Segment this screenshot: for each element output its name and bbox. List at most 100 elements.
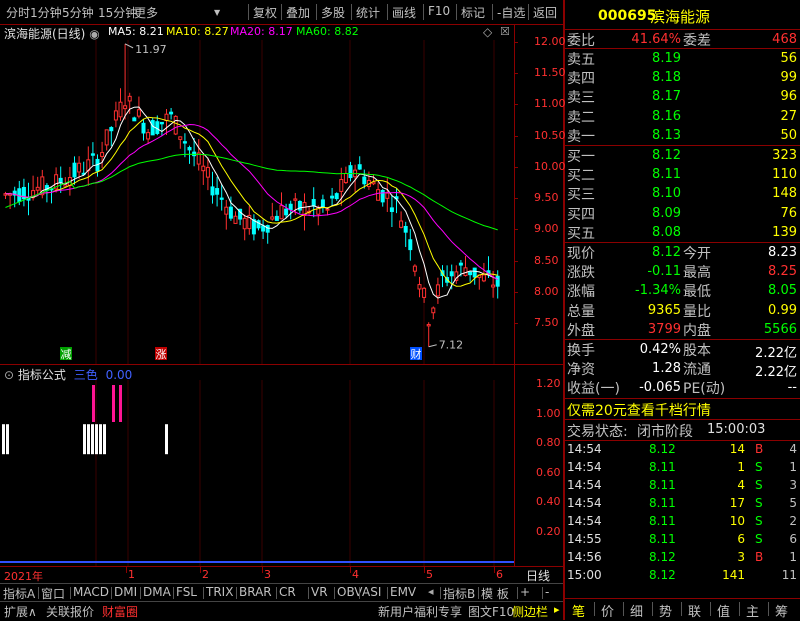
candle-body [426, 324, 431, 327]
diamond-icon[interactable]: ◇ [483, 25, 492, 39]
bid-price[interactable]: 8.09 [625, 206, 681, 221]
tab-separator [334, 587, 335, 599]
ask-price[interactable]: 8.13 [625, 128, 681, 143]
candle-body [228, 206, 233, 219]
stat-value: 8.12 [652, 245, 681, 260]
quote-tab-1[interactable]: 价 [601, 601, 614, 620]
indicator-tab-13[interactable]: 指标B [443, 585, 475, 602]
bid-price[interactable]: 8.10 [625, 186, 681, 201]
bid-price[interactable]: 8.12 [625, 148, 681, 163]
quote-tab-3[interactable]: 势 [659, 601, 672, 620]
toolbar-btn-0[interactable]: 复权 [253, 4, 277, 21]
sidebar-arrow-icon[interactable]: ▸ [554, 603, 560, 616]
quote-tab-6[interactable]: 主 [746, 601, 759, 620]
indicator-tab-9[interactable]: VR [311, 585, 328, 599]
candle-body [58, 177, 63, 184]
toolbar-tab-3[interactable]: 15分钟 [98, 4, 137, 21]
indicator-tab-16[interactable]: - [545, 585, 549, 599]
ask-label: 卖五 [567, 52, 595, 68]
ask-label: 卖一 [567, 128, 595, 145]
indicator-tab-8[interactable]: CR [279, 585, 296, 599]
indicator-tick: 0.40 [536, 495, 561, 509]
bottom-right-tab-0[interactable]: 新用户福利专享 [378, 603, 462, 620]
indicator-chart[interactable] [0, 380, 514, 566]
candle-body [330, 195, 335, 199]
stat-label: 涨跌 [567, 265, 595, 282]
tick-count: 4 [789, 442, 797, 456]
indicator-tab-4[interactable]: DMA [143, 585, 171, 599]
period-label[interactable]: 日线 [526, 567, 550, 584]
event-marker[interactable]: 财 [411, 347, 422, 361]
ask-price[interactable]: 8.18 [625, 70, 681, 85]
tick-side: S [755, 514, 763, 528]
bottom-left-tab-2[interactable]: 财富圈 [102, 603, 138, 620]
bottom-right-tab-2[interactable]: 侧边栏 [512, 603, 548, 620]
ask-label: 卖二 [567, 109, 595, 126]
ask-price[interactable]: 8.17 [625, 89, 681, 104]
indicator-tick: 1.20 [536, 377, 561, 390]
tab-separator [710, 602, 711, 616]
candle-body [205, 166, 210, 178]
tabs-left-arrow-icon[interactable]: ◂ [428, 585, 434, 598]
bid-price[interactable]: 8.11 [625, 167, 681, 182]
bid-label: 买三 [567, 187, 595, 204]
toolbar-tab-4[interactable]: 更多 [134, 4, 158, 21]
toolbar-btn-8[interactable]: 返回 [533, 4, 557, 21]
candle-body [403, 225, 408, 233]
bid-label: 买五 [567, 225, 595, 242]
indicator-tab-3[interactable]: DMI [114, 585, 137, 599]
indicator-tab-0[interactable]: 指标A [3, 585, 35, 602]
indicator-tab-11[interactable]: ASI [362, 585, 381, 599]
toolbar-btn-4[interactable]: 画线 [392, 4, 416, 21]
candle-body [458, 262, 463, 266]
quote-tab-5[interactable]: 值 [717, 601, 730, 620]
toolbar-tab-2[interactable]: 5分钟 [62, 4, 94, 21]
indicator-tab-12[interactable]: EMV [390, 585, 416, 599]
indicator-tab-6[interactable]: TRIX [206, 585, 233, 599]
bottom-left-tab-0[interactable]: 扩展∧ [4, 603, 37, 620]
indicator-tick: 0.60 [536, 465, 561, 479]
quote-tab-7[interactable]: 筹 [775, 601, 788, 620]
indicator-tab-2[interactable]: MACD [73, 585, 109, 599]
more-arrow-icon[interactable]: ▼ [214, 8, 220, 17]
indicator-tab-7[interactable]: BRAR [239, 585, 272, 599]
indicator-tab-1[interactable]: 窗口 [41, 585, 65, 602]
bottom-left-tab-1[interactable]: 关联报价 [46, 603, 94, 620]
indicator-tab-5[interactable]: FSL [176, 585, 197, 599]
fund-label: 流通 [683, 362, 711, 378]
toolbar-btn-7[interactable]: -自选 [497, 4, 525, 21]
signal-bar [99, 424, 102, 455]
row-divider [565, 440, 800, 441]
quote-tab-2[interactable]: 细 [630, 601, 643, 620]
chart-close-icon[interactable]: ☒ [500, 25, 510, 38]
settings-icon[interactable]: ◉ [89, 27, 99, 41]
ask-price[interactable]: 8.19 [625, 51, 681, 66]
month-tick [126, 567, 127, 573]
toolbar-btn-1[interactable]: 叠加 [286, 4, 310, 21]
event-marker[interactable]: 减 [61, 348, 72, 361]
bid-price[interactable]: 8.08 [625, 225, 681, 240]
toolbar-btn-3[interactable]: 统计 [356, 4, 380, 21]
indicator-tab-14[interactable]: 模 板 [481, 585, 509, 602]
fund-label: 收益(一) [567, 381, 620, 397]
toolbar-separator [387, 4, 388, 20]
toolbar-btn-5[interactable]: F10 [428, 4, 450, 18]
bottom-right-tab-1[interactable]: 图文F10 [468, 603, 514, 620]
quote-tab-0[interactable]: 笔 [572, 601, 585, 620]
bid-label: 买一 [567, 149, 595, 165]
toolbar-btn-2[interactable]: 多股 [321, 4, 345, 21]
promo-link[interactable]: 仅需20元查看千档行情 [567, 400, 711, 420]
toolbar-tab-1[interactable]: 1分钟 [30, 4, 62, 21]
signal-bar [83, 424, 86, 455]
quote-tab-4[interactable]: 联 [688, 601, 701, 620]
toolbar-btn-6[interactable]: 标记 [461, 4, 485, 21]
event-marker[interactable]: 涨 [156, 348, 167, 361]
tab-separator [478, 587, 479, 599]
ask-price[interactable]: 8.16 [625, 109, 681, 124]
toolbar-tab-0[interactable]: 分时 [6, 4, 30, 21]
candle-body [481, 274, 486, 282]
candlestick-chart[interactable]: 11.97 7.12 减 涨 财 [0, 40, 514, 364]
ask-label: 卖四 [567, 71, 595, 88]
tick-time: 14:55 [567, 532, 602, 546]
indicator-tab-15[interactable]: + [520, 585, 530, 599]
